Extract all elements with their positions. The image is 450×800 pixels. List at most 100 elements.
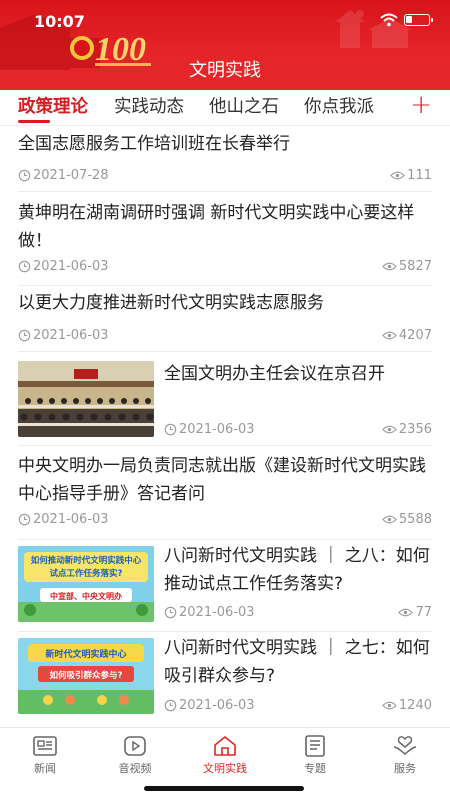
active-tab-indicator — [18, 120, 50, 123]
news-views: 4207 — [382, 328, 432, 343]
category-tabs: 政策理论 实践动态 他山之石 你点我派 — [0, 90, 450, 126]
news-views-text: 111 — [407, 168, 432, 183]
poster-text: 试点工作任务落实? — [50, 568, 123, 579]
news-views-text: 5827 — [398, 259, 432, 274]
news-item[interactable]: 以更大力度推进新时代文明实践志愿服务 2021-06-03 4207 — [18, 286, 432, 352]
wifi-icon — [380, 13, 398, 27]
clock-icon — [164, 423, 177, 436]
nav-topics[interactable]: 专题 — [280, 734, 350, 776]
eye-icon — [382, 425, 397, 434]
poster-text: 新时代文明实践中心 — [45, 648, 126, 660]
news-date-text: 2021-06-03 — [179, 422, 255, 437]
nav-topics-label: 专题 — [304, 762, 326, 775]
nav-civilization-practice-label: 文明实践 — [203, 762, 247, 775]
news-views-text: 77 — [415, 605, 432, 620]
news-item[interactable]: 新时代文明实践中心 如何吸引群众参与? 八问新时代文明实践 ｜ 之七：如何吸引群… — [18, 632, 432, 724]
news-meta: 2021-06-03 77 — [164, 605, 432, 623]
news-meta: 2021-06-03 2356 — [164, 422, 432, 440]
news-date-text: 2021-07-28 — [33, 168, 109, 183]
nav-service-label: 服务 — [394, 762, 416, 775]
eye-icon — [382, 262, 397, 271]
news-date-text: 2021-06-03 — [179, 605, 255, 620]
eye-icon — [382, 331, 397, 340]
news-date: 2021-06-03 — [18, 328, 109, 343]
eye-icon — [398, 608, 414, 617]
eye-icon — [382, 515, 397, 524]
poster-text: 如何吸引群众参与? — [50, 670, 123, 681]
nav-news-label: 新闻 — [34, 762, 56, 775]
news-date-text: 2021-06-03 — [33, 328, 109, 343]
topic-icon — [305, 735, 325, 757]
news-views: 77 — [398, 605, 432, 620]
news-views-text: 4207 — [398, 328, 432, 343]
news-item[interactable]: 全国志愿服务工作培训班在长春举行 2021-07-28 111 — [18, 128, 432, 192]
news-views: 111 — [390, 168, 432, 183]
news-date-text: 2021-06-03 — [33, 259, 109, 274]
news-date: 2021-06-03 — [18, 512, 109, 527]
news-date: 2021-06-03 — [18, 259, 109, 274]
news-views: 5827 — [382, 259, 432, 274]
clock-icon — [18, 329, 31, 342]
news-title: 中央文明办一局负责同志就出版《建设新时代文明实践中心指导手册》答记者问 — [18, 456, 426, 504]
news-views-text: 2356 — [398, 422, 432, 437]
nav-civilization-practice[interactable]: 文明实践 — [190, 734, 260, 776]
poster-image: 如何推动新时代文明实践中心 试点工作任务落实? 中宣部、中央文明办 — [18, 546, 154, 622]
app-header: 100 10:07 文明实践 — [0, 0, 450, 90]
news-meta: 2021-06-03 4207 — [18, 328, 432, 346]
tab-others-experience[interactable]: 他山之石 — [209, 94, 279, 120]
news-item[interactable]: 如何推动新时代文明实践中心 试点工作任务落实? 中宣部、中央文明办 八问新时代文… — [18, 540, 432, 632]
nav-news[interactable]: 新闻 — [10, 734, 80, 776]
news-title: 黄坤明在湖南调研时强调 新时代文明实践中心要这样做！ — [18, 203, 415, 251]
news-item[interactable]: 全国文明办主任会议在京召开 2021-06-03 2356 — [18, 352, 432, 446]
home-icon — [214, 736, 236, 756]
news-title: 全国文明办主任会议在京召开 — [164, 364, 385, 384]
news-date-text: 2021-06-03 — [179, 698, 255, 713]
clock-icon — [18, 169, 31, 182]
news-meta: 2021-06-03 1240 — [164, 698, 432, 716]
news-views: 2356 — [382, 422, 432, 437]
clock-icon — [18, 513, 31, 526]
news-date: 2021-06-03 — [164, 422, 255, 437]
clock-icon — [164, 606, 177, 619]
news-title: 八问新时代文明实践 ｜ 之八：如何推动试点工作任务落实? — [164, 546, 430, 594]
news-title: 全国志愿服务工作培训班在长春举行 — [18, 134, 290, 154]
clock-icon — [18, 260, 31, 273]
news-meta: 2021-07-28 111 — [18, 168, 432, 186]
poster-image: 新时代文明实践中心 如何吸引群众参与? — [18, 638, 154, 714]
service-icon — [393, 736, 417, 755]
news-title: 以更大力度推进新时代文明实践志愿服务 — [18, 293, 324, 313]
news-views: 1240 — [382, 698, 432, 713]
news-date-text: 2021-06-03 — [33, 512, 109, 527]
news-icon — [33, 736, 57, 756]
meeting-photo — [18, 361, 154, 437]
add-tab-button[interactable]: + — [410, 92, 432, 118]
news-meta: 2021-06-03 5827 — [18, 259, 432, 277]
nav-video-label: 音视频 — [118, 762, 152, 775]
video-icon — [124, 736, 146, 756]
battery-icon — [404, 14, 433, 26]
eye-icon — [382, 701, 397, 710]
tab-practice-news[interactable]: 实践动态 — [114, 94, 184, 120]
news-date: 2021-07-28 — [18, 168, 109, 183]
news-title: 八问新时代文明实践 ｜ 之七：如何吸引群众参与? — [164, 638, 430, 686]
nav-service[interactable]: 服务 — [370, 734, 440, 776]
status-time: 10:07 — [34, 12, 85, 31]
nav-video[interactable]: 音视频 — [100, 734, 170, 776]
eye-icon — [390, 171, 405, 180]
tab-policy-theory[interactable]: 政策理论 — [18, 94, 88, 120]
clock-icon — [164, 699, 177, 712]
status-icons — [380, 13, 433, 27]
news-date: 2021-06-03 — [164, 698, 255, 713]
news-views-text: 5588 — [398, 512, 432, 527]
news-views-text: 1240 — [398, 698, 432, 713]
news-meta: 2021-06-03 5588 — [18, 512, 432, 530]
page-title: 文明实践 — [189, 60, 261, 81]
home-indicator — [144, 786, 304, 791]
tab-order-dispatch[interactable]: 你点我派 — [304, 94, 374, 120]
news-item[interactable]: 中央文明办一局负责同志就出版《建设新时代文明实践中心指导手册》答记者问 2021… — [18, 446, 432, 540]
poster-text: 中宣部、中央文明办 — [50, 591, 122, 601]
news-item[interactable]: 黄坤明在湖南调研时强调 新时代文明实践中心要这样做！ 2021-06-03 58… — [18, 192, 432, 286]
news-views: 5588 — [382, 512, 432, 527]
poster-text: 如何推动新时代文明实践中心 — [31, 555, 142, 566]
news-date: 2021-06-03 — [164, 605, 255, 620]
